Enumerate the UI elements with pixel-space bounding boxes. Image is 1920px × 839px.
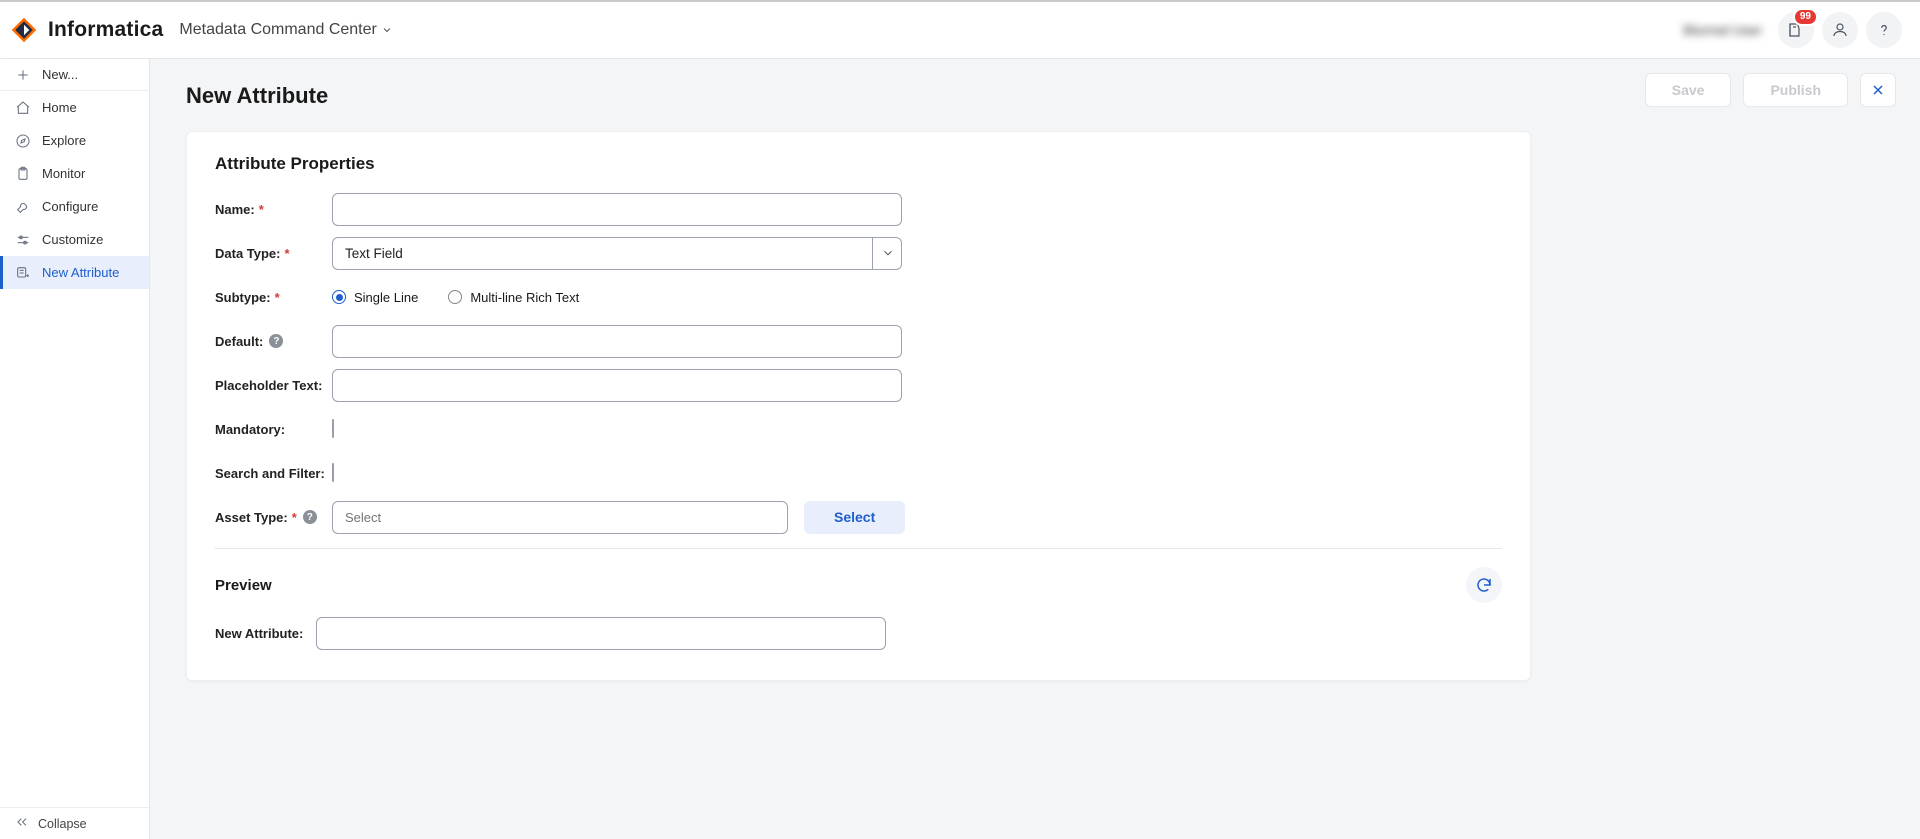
collapse-sidebar-button[interactable]: Collapse	[0, 807, 149, 839]
sidebar-item-label: Monitor	[42, 166, 85, 181]
search-filter-label: Search and Filter:	[215, 466, 332, 481]
section-title: Attribute Properties	[215, 154, 1502, 174]
mandatory-label: Mandatory:	[215, 422, 332, 437]
chevron-double-left-icon	[14, 814, 30, 833]
notifications-button[interactable]: 99	[1778, 12, 1814, 48]
subtype-label: Subtype:*	[215, 290, 332, 305]
mandatory-checkbox[interactable]	[332, 419, 334, 438]
user-display[interactable]: Blurred User	[1677, 22, 1768, 38]
sidebar-item-explore[interactable]: Explore	[0, 124, 149, 157]
preview-field-label: New Attribute:	[215, 626, 316, 641]
sidebar-item-label: New Attribute	[42, 265, 119, 280]
notifications-badge: 99	[1793, 8, 1818, 26]
app-name: Metadata Command Center	[179, 21, 376, 39]
app-switcher[interactable]: Metadata Command Center	[179, 21, 392, 39]
sidebar-item-label: Customize	[42, 232, 103, 247]
clipboard-icon	[14, 166, 32, 182]
user-menu-button[interactable]	[1822, 12, 1858, 48]
sidebar-item-configure[interactable]: Configure	[0, 190, 149, 223]
data-type-label: Data Type:*	[215, 246, 332, 261]
placeholder-text-label: Placeholder Text:	[215, 378, 332, 393]
plus-icon	[14, 67, 32, 83]
page: Save Publish New Attribute Attribute Pro…	[150, 59, 1920, 839]
asset-type-label: Asset Type:* ?	[215, 510, 332, 525]
placeholder-text-input[interactable]	[332, 369, 902, 402]
default-input[interactable]	[332, 325, 902, 358]
close-icon	[1870, 82, 1886, 98]
close-button[interactable]	[1860, 73, 1896, 107]
default-label: Default: ?	[215, 334, 332, 349]
radio-unselected-icon	[448, 290, 462, 304]
sidebar-item-new-attribute[interactable]: New Attribute	[0, 256, 149, 289]
sidebar-item-label: Configure	[42, 199, 98, 214]
page-actions: Save Publish	[1645, 73, 1896, 107]
wrench-icon	[14, 199, 32, 215]
collapse-label: Collapse	[38, 817, 87, 831]
home-icon	[14, 100, 32, 116]
topbar-actions: 99	[1778, 12, 1902, 48]
sidebar: New... Home Explore Monitor Configure Cu…	[0, 59, 150, 839]
form-plus-icon	[14, 265, 32, 281]
help-icon[interactable]: ?	[303, 510, 317, 524]
refresh-preview-button[interactable]	[1466, 567, 1502, 603]
sidebar-item-customize[interactable]: Customize	[0, 223, 149, 256]
divider	[215, 548, 1502, 549]
refresh-icon	[1475, 576, 1493, 594]
attribute-properties-panel: Attribute Properties Name:* Data Type:*	[186, 131, 1531, 681]
search-filter-checkbox[interactable]	[332, 463, 334, 482]
topbar: Informatica Metadata Command Center Blur…	[0, 0, 1920, 59]
save-button[interactable]: Save	[1645, 73, 1732, 107]
chevron-down-icon	[381, 24, 393, 36]
sidebar-item-monitor[interactable]: Monitor	[0, 157, 149, 190]
preview-field-input	[316, 617, 886, 650]
sidebar-item-home[interactable]: Home	[0, 91, 149, 124]
radio-selected-icon	[332, 290, 346, 304]
brand-name: Informatica	[48, 18, 163, 42]
compass-icon	[14, 133, 32, 149]
sidebar-item-new[interactable]: New...	[0, 59, 149, 91]
subtype-multiline-radio[interactable]: Multi-line Rich Text	[448, 290, 579, 305]
help-button[interactable]	[1866, 12, 1902, 48]
data-type-select[interactable]	[332, 237, 902, 270]
name-label: Name:*	[215, 202, 332, 217]
subtype-single-line-radio[interactable]: Single Line	[332, 290, 418, 305]
publish-button[interactable]: Publish	[1743, 73, 1848, 107]
name-input[interactable]	[332, 193, 902, 226]
sliders-icon	[14, 232, 32, 248]
preview-title: Preview	[215, 577, 272, 594]
brand-block: Informatica Metadata Command Center	[10, 16, 393, 44]
page-title: New Attribute	[186, 83, 1890, 109]
sidebar-item-label: Home	[42, 100, 77, 115]
help-icon[interactable]: ?	[269, 334, 283, 348]
sidebar-item-label: Explore	[42, 133, 86, 148]
asset-type-input[interactable]	[332, 501, 788, 534]
sidebar-item-label: New...	[42, 67, 78, 82]
asset-type-select-button[interactable]: Select	[804, 501, 905, 534]
informatica-logo-icon	[10, 16, 38, 44]
